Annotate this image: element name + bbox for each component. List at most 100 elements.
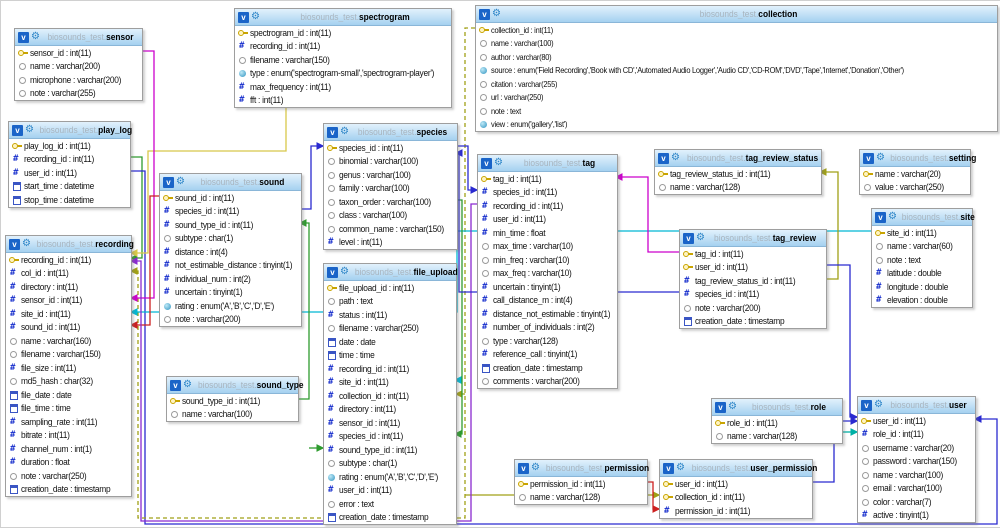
field-setting-value[interactable]: value : varchar(250) <box>860 180 970 194</box>
field-tag-max_time[interactable]: max_time : varchar(10) <box>478 239 617 253</box>
field-file_upload-recording_id[interactable]: recording_id : int(11) <box>324 362 456 376</box>
field-recording-file_time[interactable]: file_time : time <box>6 401 131 415</box>
field-user-user_id[interactable]: user_id : int(11) <box>858 414 975 428</box>
table-tag[interactable]: v⚙ biosounds_test.tag tag_id : int(11) spec… <box>477 154 618 389</box>
field-play_log-recording_id[interactable]: recording_id : int(11) <box>9 152 130 166</box>
relation-line-sound-species[interactable] <box>300 142 325 210</box>
field-tag-tag_id[interactable]: tag_id : int(11) <box>478 172 617 186</box>
field-tag-uncertain[interactable]: uncertain : tinyint(1) <box>478 280 617 294</box>
collapse-icon[interactable]: v <box>481 157 492 169</box>
field-play_log-play_log_id[interactable]: play_log_id : int(11) <box>9 139 130 153</box>
table-header-tag_review[interactable]: v ⚙ biosounds_test.tag_review <box>680 230 826 247</box>
table-sound[interactable]: v ⚙ biosounds_test.sound sound_id : int(11)… <box>159 173 302 327</box>
table-header-user[interactable]: v ⚙ biosounds_test.user <box>858 397 975 414</box>
field-role-name[interactable]: name : varchar(128) <box>712 429 842 443</box>
field-species-family[interactable]: family : varchar(100) <box>324 181 457 195</box>
table-header-role[interactable]: v ⚙ biosounds_test.role <box>712 399 842 416</box>
collapse-icon[interactable]: v <box>863 152 874 164</box>
field-file_upload-rating[interactable]: rating : enum('A','B','C','D','E') <box>324 470 456 484</box>
field-site-latitude[interactable]: latitude : double <box>872 266 972 280</box>
options-icon[interactable]: ⚙ <box>531 463 540 473</box>
collapse-icon[interactable]: v <box>518 462 529 474</box>
field-tag-distance_not_estimable[interactable]: distance_not_estimable : tinyint(1) <box>478 307 617 321</box>
options-icon[interactable]: ⚙ <box>183 380 192 390</box>
field-collection-collection_id[interactable]: collection_id : int(11) <box>476 23 997 37</box>
field-sound-rating[interactable]: rating : enum('A','B','C','D','E') <box>160 299 301 313</box>
field-tag-creation_date[interactable]: creation_date : timestamp <box>478 361 617 375</box>
field-recording-sensor_id[interactable]: sensor_id : int(11) <box>6 293 131 307</box>
options-icon[interactable]: ⚙ <box>25 125 34 135</box>
table-header-site[interactable]: v ⚙ biosounds_test.site <box>872 209 975 226</box>
field-spectrogram-fft[interactable]: fft : int(11) <box>235 93 451 107</box>
field-tag-recording_id[interactable]: recording_id : int(11) <box>478 199 617 213</box>
field-sound-distance[interactable]: distance : int(4) <box>160 245 301 259</box>
table-site[interactable]: v ⚙ biosounds_test.site site_id : int(11) na… <box>871 208 975 308</box>
field-site-site_id[interactable]: site_id : int(11) <box>872 226 972 240</box>
field-collection-citation[interactable]: citation : varchar(255) <box>476 77 997 91</box>
field-file_upload-site_id[interactable]: site_id : int(11) <box>324 375 456 389</box>
collapse-icon[interactable]: v <box>861 399 872 411</box>
collapse-icon[interactable]: v <box>238 11 249 23</box>
field-file_upload-species_id[interactable]: species_id : int(11) <box>324 429 456 443</box>
table-sensor[interactable]: v ⚙ biosounds_test.sensor sensor_id : int(1… <box>14 28 143 101</box>
table-spectrogram[interactable]: v ⚙ biosounds_test.spectrogram spectrogram_… <box>234 8 452 108</box>
relation-line-tag_review-user[interactable] <box>825 264 859 421</box>
field-setting-name[interactable]: name : varchar(20) <box>860 167 970 181</box>
field-file_upload-error[interactable]: error : text <box>324 497 456 511</box>
collapse-icon[interactable]: v <box>663 462 674 474</box>
field-user-name[interactable]: name : varchar(100) <box>858 468 975 482</box>
table-tag_review[interactable]: v ⚙ biosounds_test.tag_review tag_id : int(… <box>679 229 827 329</box>
options-icon[interactable]: ⚙ <box>31 32 40 42</box>
collapse-icon[interactable]: v <box>715 401 726 413</box>
field-file_upload-path[interactable]: path : text <box>324 294 456 308</box>
field-file_upload-file_upload_id[interactable]: file_upload_id : int(11) <box>324 281 456 295</box>
field-user_permission-collection_id[interactable]: collection_id : int(11) <box>660 490 812 504</box>
field-file_upload-sound_type_id[interactable]: sound_type_id : int(11) <box>324 443 456 457</box>
table-user_permission[interactable]: v ⚙ biosounds_test.user_permission user_id … <box>659 459 817 519</box>
field-recording-md5_hash[interactable]: md5_hash : char(32) <box>6 374 131 388</box>
options-icon[interactable]: ⚙ <box>888 212 897 222</box>
collapse-icon[interactable]: v <box>658 152 669 164</box>
field-species-common_name[interactable]: common_name : varchar(150) <box>324 222 457 236</box>
options-icon[interactable]: ⚙ <box>671 153 680 163</box>
field-sound-note[interactable]: note : varchar(200) <box>160 312 301 326</box>
field-sensor-name[interactable]: name : varchar(200) <box>15 59 142 73</box>
field-recording-creation_date[interactable]: creation_date : timestamp <box>6 482 131 496</box>
collapse-icon[interactable]: v <box>327 126 338 138</box>
options-icon[interactable]: ⚙ <box>874 400 883 410</box>
table-header-sound[interactable]: v ⚙ biosounds_test.sound <box>160 174 301 191</box>
field-tag-min_time[interactable]: min_time : float <box>478 226 617 240</box>
field-tag_review-user_id[interactable]: user_id : int(11) <box>680 260 826 274</box>
field-collection-view[interactable]: view : enum('gallery','list') <box>476 117 997 131</box>
table-play_log[interactable]: v ⚙ biosounds_test.play_log play_log_id : i… <box>8 121 132 208</box>
field-user-role_id[interactable]: role_id : int(11) <box>858 427 975 441</box>
field-tag-max_freq[interactable]: max_freq : varchar(10) <box>478 266 617 280</box>
field-recording-channel_num[interactable]: channel_num : int(1) <box>6 442 131 456</box>
field-tag_review_status-name[interactable]: name : varchar(128) <box>655 180 821 194</box>
field-sound-sound_type_id[interactable]: sound_type_id : int(11) <box>160 218 301 232</box>
field-recording-site_id[interactable]: site_id : int(11) <box>6 307 131 321</box>
field-collection-note[interactable]: note : text <box>476 104 997 118</box>
field-tag-species_id[interactable]: species_id : int(11) <box>478 185 617 199</box>
table-header-play_log[interactable]: v ⚙ biosounds_test.play_log <box>9 122 132 139</box>
table-header-species[interactable]: v ⚙ biosounds_test.species <box>324 124 457 141</box>
field-recording-file_date[interactable]: file_date : date <box>6 388 131 402</box>
field-tag_review-creation_date[interactable]: creation_date : timestamp <box>680 314 826 328</box>
options-icon[interactable]: ⚙ <box>494 158 503 168</box>
field-site-longitude[interactable]: longitude : double <box>872 280 972 294</box>
field-tag-comments[interactable]: comments : varchar(200) <box>478 374 617 388</box>
field-sound-individual_num[interactable]: individual_num : int(2) <box>160 272 301 286</box>
field-collection-name[interactable]: name : varchar(100) <box>476 36 997 50</box>
field-tag-min_freq[interactable]: min_freq : varchar(10) <box>478 253 617 267</box>
table-setting[interactable]: v ⚙ biosounds_test.setting name : varchar(2… <box>859 149 976 195</box>
field-role-role_id[interactable]: role_id : int(11) <box>712 416 842 430</box>
collapse-icon[interactable]: v <box>875 211 886 223</box>
field-recording-recording_id[interactable]: recording_id : int(11) <box>6 253 131 267</box>
field-species-genus[interactable]: genus : varchar(100) <box>324 168 457 182</box>
table-header-sensor[interactable]: v ⚙ biosounds_test.sensor <box>15 29 142 46</box>
field-spectrogram-type[interactable]: type : enum('spectrogram-small','spectro… <box>235 66 451 80</box>
field-species-binomial[interactable]: binomial : varchar(100) <box>324 154 457 168</box>
field-sound-subtype[interactable]: subtype : char(1) <box>160 231 301 245</box>
field-sound-not_estimable_distance[interactable]: not_estimable_distance : tinyint(1) <box>160 258 301 272</box>
field-tag_review-tag_id[interactable]: tag_id : int(11) <box>680 247 826 261</box>
